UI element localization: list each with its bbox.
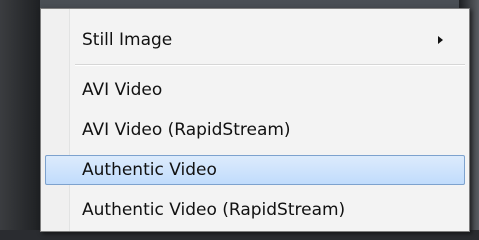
menu-item-label: AVI Video bbox=[82, 80, 163, 100]
menu-item-still-image[interactable]: Still Image bbox=[45, 25, 465, 55]
menu-item-label: Authentic Video (RapidStream) bbox=[82, 200, 346, 220]
menu-item-authentic-video-rapidstream[interactable]: Authentic Video (RapidStream) bbox=[45, 195, 465, 225]
menu-separator bbox=[75, 64, 465, 66]
background-left bbox=[0, 0, 40, 240]
menu-item-avi-video-rapidstream[interactable]: AVI Video (RapidStream) bbox=[45, 115, 465, 145]
menu-item-avi-video[interactable]: AVI Video bbox=[45, 75, 465, 105]
context-menu: Still Image AVI Video AVI Video (RapidSt… bbox=[40, 8, 470, 232]
menu-item-label: AVI Video (RapidStream) bbox=[82, 120, 291, 140]
chevron-right-icon bbox=[438, 36, 443, 44]
menu-item-authentic-video[interactable]: Authentic Video bbox=[45, 155, 465, 185]
menu-item-label: Authentic Video bbox=[82, 160, 217, 180]
menu-item-label: Still Image bbox=[82, 30, 173, 50]
